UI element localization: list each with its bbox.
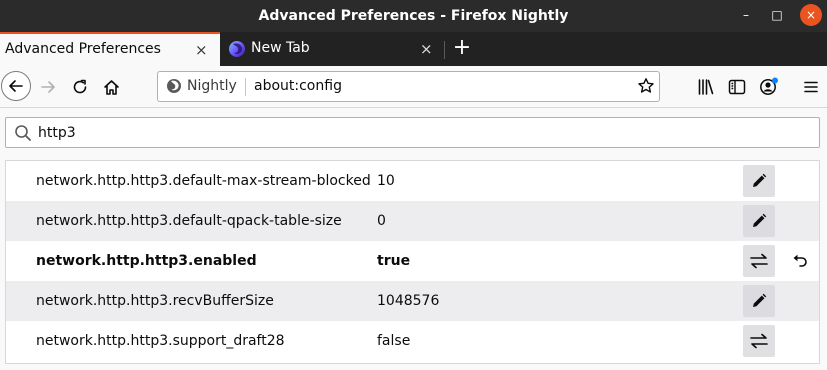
- pref-name: network.http.http3.recvBufferSize: [36, 293, 274, 309]
- home-icon: [103, 79, 119, 95]
- maximize-button[interactable]: □: [766, 4, 788, 26]
- pref-row: network.http.http3.support_draft28 false: [6, 321, 819, 361]
- pencil-icon: [753, 173, 767, 187]
- pref-name: network.http.http3.default-max-stream-bl…: [36, 173, 371, 189]
- url-separator: [245, 78, 246, 96]
- toggle-button[interactable]: [743, 245, 775, 277]
- edit-button[interactable]: [743, 205, 775, 237]
- pref-name: network.http.http3.support_draft28: [36, 333, 285, 349]
- url-bar[interactable]: Nightly about:config: [157, 71, 660, 102]
- new-tab-button[interactable]: +: [450, 36, 474, 62]
- reset-button[interactable]: [789, 251, 811, 271]
- about-config-page: network.http.http3.default-max-stream-bl…: [0, 109, 827, 370]
- back-button[interactable]: [1, 71, 31, 101]
- reload-icon: [73, 79, 87, 94]
- toggle-icon: [750, 253, 768, 269]
- preference-search[interactable]: [5, 117, 820, 148]
- tab-label: Advanced Preferences: [5, 41, 161, 57]
- sidebar-icon: [728, 79, 746, 95]
- tab-separator: [444, 41, 445, 59]
- tab-close-icon[interactable]: ×: [420, 40, 433, 58]
- tab-strip: Advanced Preferences × New Tab × +: [0, 32, 827, 66]
- account-button[interactable]: [759, 77, 779, 97]
- pref-value[interactable]: true: [377, 253, 410, 269]
- pref-row: network.http.http3.default-max-stream-bl…: [6, 161, 819, 201]
- account-icon: [760, 77, 778, 95]
- search-icon: [15, 125, 31, 141]
- pref-value[interactable]: false: [377, 333, 410, 349]
- library-icon: [698, 79, 714, 95]
- menu-icon: [804, 81, 818, 93]
- firefox-nightly-icon: [229, 41, 245, 57]
- preferences-table: network.http.http3.default-max-stream-bl…: [5, 160, 820, 364]
- pref-value[interactable]: 0: [377, 213, 386, 229]
- forward-icon: [41, 81, 55, 93]
- edit-button[interactable]: [743, 165, 775, 197]
- pref-row: network.http.http3.default-qpack-table-s…: [6, 201, 819, 241]
- star-icon[interactable]: [637, 77, 655, 95]
- tab-close-icon[interactable]: ×: [195, 41, 208, 59]
- back-icon: [9, 80, 23, 92]
- notification-dot: [772, 77, 778, 84]
- reload-button[interactable]: [66, 73, 94, 101]
- navigation-toolbar: Nightly about:config: [0, 66, 827, 108]
- minimize-button[interactable]: –: [735, 4, 757, 26]
- pencil-icon: [753, 293, 767, 307]
- pref-row: network.http.http3.recvBufferSize 104857…: [6, 281, 819, 321]
- firefox-nightly-icon: [167, 79, 181, 93]
- url-text[interactable]: about:config: [254, 78, 342, 94]
- tab-new-tab[interactable]: New Tab ×: [222, 32, 442, 66]
- identity-label: Nightly: [187, 78, 237, 94]
- toggle-icon: [750, 333, 768, 349]
- undo-icon: [793, 254, 807, 267]
- pref-name: network.http.http3.default-qpack-table-s…: [36, 213, 342, 229]
- window-titlebar: Advanced Preferences - Firefox Nightly –…: [0, 0, 827, 32]
- search-input[interactable]: [38, 121, 798, 144]
- tab-label: New Tab: [251, 40, 310, 56]
- identity-box[interactable]: Nightly: [166, 78, 237, 94]
- sidebar-button[interactable]: [727, 77, 747, 97]
- menu-button[interactable]: [801, 77, 821, 97]
- toggle-button[interactable]: [743, 325, 775, 357]
- home-button[interactable]: [97, 73, 125, 101]
- pref-value[interactable]: 1048576: [377, 293, 439, 309]
- pref-value[interactable]: 10: [377, 173, 395, 189]
- pref-name: network.http.http3.enabled: [36, 253, 257, 269]
- library-button[interactable]: [696, 77, 716, 97]
- pref-row: network.http.http3.enabled true: [6, 241, 819, 281]
- tab-advanced-preferences[interactable]: Advanced Preferences ×: [0, 32, 220, 66]
- close-window-button[interactable]: ×: [800, 4, 822, 26]
- forward-button[interactable]: [34, 73, 62, 101]
- edit-button[interactable]: [743, 285, 775, 317]
- window-title: Advanced Preferences - Firefox Nightly: [258, 8, 569, 24]
- pencil-icon: [753, 213, 767, 227]
